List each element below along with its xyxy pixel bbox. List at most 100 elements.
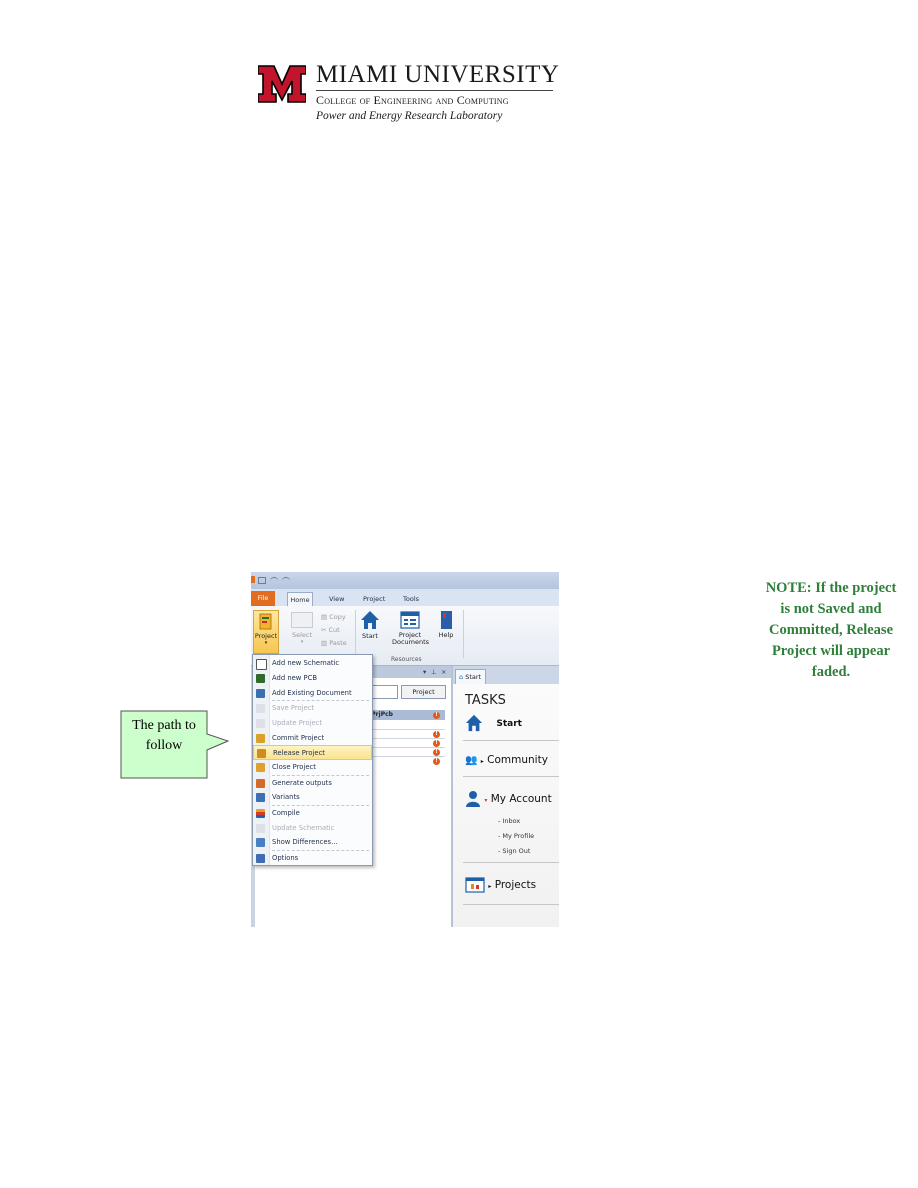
error-icon: ! [433,740,440,747]
menu-item-label: Add new Schematic [272,659,340,667]
menu-item-show-differences[interactable]: Show Differences... [253,835,372,850]
menu-item-variants[interactable]: Variants [253,790,372,805]
expand-arrow-icon: ▸ [488,883,492,890]
ribbon-separator [355,610,356,658]
menu-item-label: Generate outputs [272,778,332,787]
dropdown-arrow-icon: ▾ [300,639,304,645]
miami-m-logo-icon [258,65,306,103]
sign-out-link[interactable]: - Sign Out [498,847,530,855]
menu-item-label: Add Existing Document [272,688,352,697]
menu-item-release-project[interactable]: Release Project [253,745,372,761]
task-my-account-label: My Account [490,793,552,805]
error-icon: ! [433,711,440,719]
copy-command[interactable]: ▤ Copy [321,613,346,621]
tasks-body: TASKS Start 👥 ▸ Community ▾ My Account -… [453,684,559,927]
tab-tools[interactable]: Tools [397,592,425,606]
project-dropdown-menu: Add new Schematic Add new PCB Add Existi… [252,654,373,866]
paste-command[interactable]: ▥ Paste [321,639,347,647]
quick-access-toolbar [251,572,559,589]
project-button-label: Project [254,632,278,640]
project-panel-button[interactable]: Project [401,685,446,699]
generate-outputs-icon [256,778,265,788]
redo-icon[interactable] [282,577,290,584]
task-divider [463,862,559,863]
tab-home[interactable]: Home [287,592,313,607]
panel-menu-icon[interactable]: ▾ [423,668,426,676]
inbox-link[interactable]: - Inbox [498,817,520,825]
update-schematic-icon [256,823,265,833]
task-my-account[interactable]: ▾ My Account [465,790,552,808]
save-icon[interactable] [258,577,266,584]
menu-item-label: Close Project [272,763,316,772]
tab-start[interactable]: ⌂ Start [455,669,487,684]
start-tab-label: Start [465,673,482,681]
compile-icon [256,808,265,818]
menu-item-options[interactable]: Options [253,851,372,866]
update-icon [256,718,265,728]
projects-icon [465,877,485,893]
menu-item-label: Compile [272,808,300,817]
undo-icon[interactable] [270,577,278,584]
error-icon: ! [433,758,440,765]
task-divider [463,740,559,741]
path-callout: The path to follow [120,710,230,780]
expand-arrow-icon: ▸ [480,758,484,765]
task-divider [463,904,559,905]
pin-icon[interactable]: ⊥ [431,668,437,676]
help-book-icon [441,611,452,629]
menu-item-add-existing-document[interactable]: Add Existing Document [253,686,372,701]
callout-line-2: follow [145,738,183,753]
menu-item-label: Options [272,853,299,862]
menu-item-add-new-pcb[interactable]: Add new PCB [253,671,372,686]
menu-item-close-project[interactable]: Close Project [253,760,372,775]
altium-screenshot: File Home View Project Tools Project ▾ S… [251,572,559,927]
tab-project[interactable]: Project [357,592,391,606]
tasks-title: TASKS [465,693,506,708]
menu-item-generate-outputs[interactable]: Generate outputs [253,776,372,791]
home-icon [465,714,483,732]
note-line-4: Project will appear [771,643,891,659]
menu-item-save-project: Save Project [253,701,372,716]
select-label: Select [291,631,313,639]
ribbon-tabs: File Home View Project Tools [251,589,559,607]
menu-item-label: Show Differences... [272,838,338,847]
menu-item-add-new-schematic[interactable]: Add new Schematic [253,656,372,671]
close-project-icon [256,763,265,773]
tab-view[interactable]: View [323,592,350,606]
menu-item-label: Variants [272,793,300,802]
error-icon: ! [433,749,440,756]
tab-file[interactable]: File [251,591,275,606]
close-icon[interactable]: × [441,668,446,676]
task-start[interactable]: Start [465,714,522,732]
cut-label: Cut [328,626,340,634]
error-icon: ! [433,731,440,738]
app-icon [251,576,255,583]
note-text: NOTE: If the project is not Saved and Co… [746,578,916,683]
my-profile-link[interactable]: - My Profile [498,832,534,840]
home-icon [361,611,379,629]
user-icon [466,791,480,807]
variants-icon [256,793,265,803]
resources-group-label: Resources [391,656,422,663]
cut-command[interactable]: ✂ Cut [321,626,340,634]
dropdown-arrow-icon: ▾ [264,640,268,646]
task-projects-label: Projects [494,879,537,891]
logo-divider [316,90,553,91]
project-documents-ribbon-button[interactable]: Project Documents [392,610,429,646]
menu-item-label: Update Project [272,718,323,727]
start-ribbon-button[interactable]: Start [359,610,381,640]
pcb-icon [256,673,265,683]
collapse-arrow-icon: ▾ [484,797,488,804]
callout-text: The path to follow [120,716,208,756]
select-ribbon-button[interactable]: Select ▾ [289,610,315,646]
start-label: Start [362,632,378,640]
menu-item-compile[interactable]: Compile [253,806,372,821]
university-name: MIAMI UNIVERSITY [316,61,560,88]
menu-item-commit-project[interactable]: Commit Project [253,731,372,746]
task-community-label: Community [487,754,548,766]
task-community[interactable]: 👥 ▸ Community [465,754,548,766]
help-ribbon-button[interactable]: Help [436,610,456,639]
task-projects[interactable]: ▸ Projects [465,877,536,893]
menu-item-label: Commit Project [272,733,325,742]
project-ribbon-button[interactable]: Project ▾ [253,610,279,654]
